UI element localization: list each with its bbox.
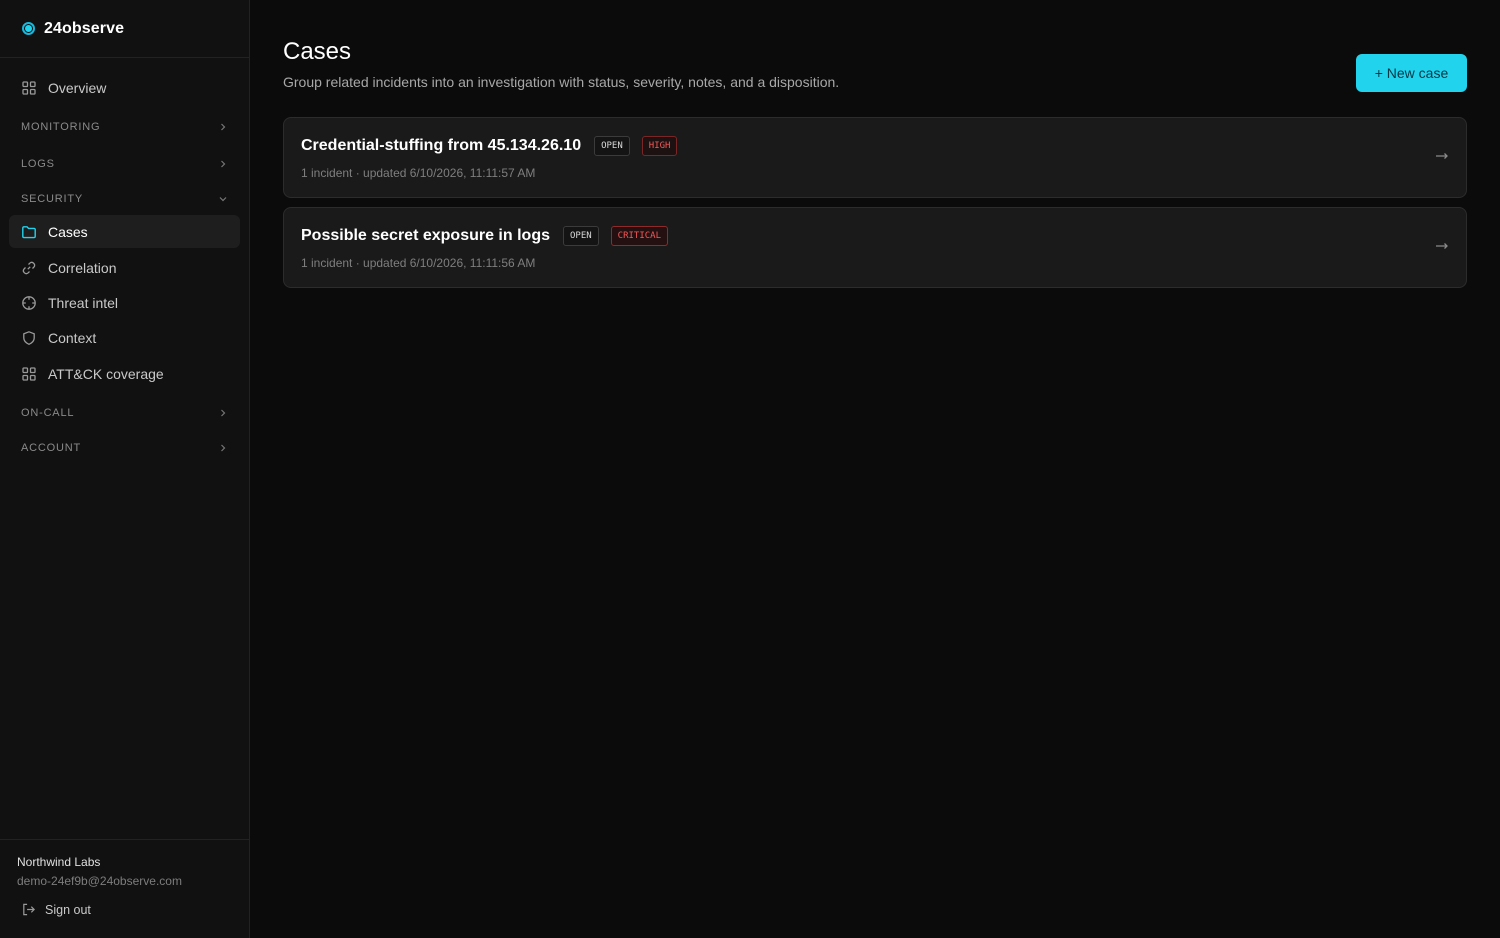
section-on-call[interactable]: ON-CALL	[9, 399, 240, 427]
section-logs[interactable]: LOGS	[9, 150, 240, 178]
case-card[interactable]: Possible secret exposure in logs OPEN CR…	[283, 207, 1467, 288]
sidebar-item-threat-intel[interactable]: Threat intel	[9, 286, 240, 319]
sidebar-item-context[interactable]: Context	[9, 321, 240, 354]
sidebar-item-correlation[interactable]: Correlation	[9, 251, 240, 284]
section-label: ACCOUNT	[21, 442, 81, 454]
section-label: MONITORING	[21, 121, 101, 133]
new-case-button[interactable]: + New case	[1356, 54, 1467, 92]
sign-out-icon	[21, 902, 36, 917]
case-title-row: Possible secret exposure in logs OPEN CR…	[301, 226, 669, 246]
sign-out-button[interactable]: Sign out	[21, 902, 141, 917]
arrow-right-icon	[1435, 238, 1449, 254]
case-title: Possible secret exposure in logs	[301, 227, 550, 244]
link-icon	[21, 260, 37, 276]
sidebar: 24observe Overview MONITORING LOGS SECUR…	[0, 0, 250, 938]
sidebar-item-overview[interactable]: Overview	[9, 71, 240, 104]
sidebar-item-label: Overview	[48, 79, 107, 96]
brand-name: 24observe	[44, 19, 125, 37]
chevron-right-icon	[218, 122, 228, 132]
org-name: Northwind Labs	[17, 855, 101, 869]
sidebar-item-label: Correlation	[48, 259, 117, 276]
sidebar-footer: Northwind Labs demo-24ef9b@24observe.com…	[0, 839, 249, 938]
sidebar-item-label: ATT&CK coverage	[48, 365, 164, 382]
case-title-row: Credential-stuffing from 45.134.26.10 OP…	[301, 136, 678, 156]
chevron-right-icon	[218, 443, 228, 453]
arrow-right-icon	[1435, 148, 1449, 164]
case-meta: 1 incident · updated 6/10/2026, 11:11:57…	[301, 166, 536, 180]
brand-logo-icon	[22, 22, 35, 35]
folder-icon	[21, 224, 37, 240]
status-badge: OPEN	[594, 136, 630, 156]
section-label: ON-CALL	[21, 407, 75, 419]
main-content: Cases Group related incidents into an in…	[250, 0, 1500, 938]
crosshair-icon	[21, 295, 37, 311]
shield-icon	[21, 330, 37, 346]
status-badge: OPEN	[562, 226, 599, 246]
grid-icon	[21, 366, 37, 382]
page-subtitle: Group related incidents into an investig…	[283, 74, 840, 90]
case-meta: 1 incident · updated 6/10/2026, 11:11:56…	[301, 256, 536, 270]
severity-badge: CRITICAL	[610, 226, 669, 246]
sidebar-item-label: Threat intel	[48, 294, 119, 311]
section-label: LOGS	[21, 158, 55, 170]
user-email: demo-24ef9b@24observe.com	[17, 874, 182, 888]
section-label: SECURITY	[21, 193, 84, 205]
chevron-down-icon	[218, 194, 228, 204]
section-security[interactable]: SECURITY	[9, 185, 240, 213]
severity-badge: HIGH	[641, 136, 678, 156]
grid-icon	[21, 80, 37, 96]
chevron-right-icon	[218, 159, 228, 169]
case-card[interactable]: Credential-stuffing from 45.134.26.10 OP…	[283, 117, 1467, 198]
brand[interactable]: 24observe	[0, 0, 249, 58]
page-title: Cases	[283, 38, 352, 65]
section-account[interactable]: ACCOUNT	[9, 434, 240, 462]
chevron-right-icon	[218, 408, 228, 418]
sidebar-item-label: Cases	[48, 223, 88, 240]
sign-out-label: Sign out	[45, 902, 91, 917]
sidebar-item-attack-coverage[interactable]: ATT&CK coverage	[9, 357, 240, 390]
case-title: Credential-stuffing from 45.134.26.10	[301, 137, 582, 154]
sidebar-item-cases[interactable]: Cases	[9, 215, 240, 248]
section-monitoring[interactable]: MONITORING	[9, 113, 240, 141]
sidebar-item-label: Context	[48, 329, 97, 346]
